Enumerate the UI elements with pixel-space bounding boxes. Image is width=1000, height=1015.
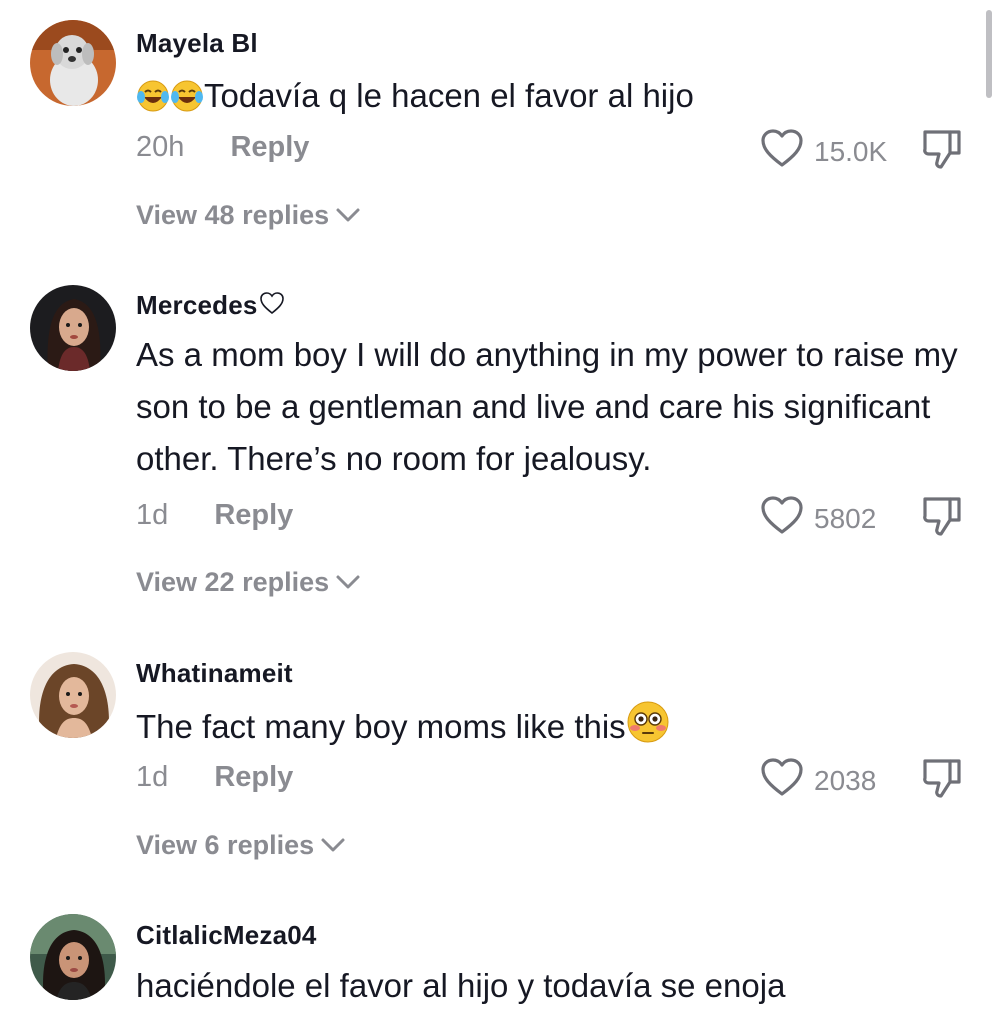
comment-time: 1d	[136, 761, 169, 793]
flushed-face-icon	[626, 700, 670, 759]
chevron-down-icon	[335, 567, 361, 598]
face-with-tears-of-joy-icon	[170, 76, 204, 128]
scrollbar[interactable]	[986, 10, 992, 98]
comment-meta: 1d Reply	[136, 499, 293, 532]
avatar[interactable]	[30, 652, 116, 738]
like-button[interactable]: 2038	[760, 757, 876, 804]
comment-time: 1d	[136, 499, 169, 531]
comment-text: Todavía q le hacen el favor al hijo	[136, 70, 976, 128]
reply-button[interactable]: Reply	[230, 131, 309, 164]
dislike-button[interactable]	[920, 494, 964, 543]
username-text: CitlalicMeza04	[136, 920, 317, 950]
thumbs-down-icon	[920, 497, 964, 542]
heart-icon	[760, 495, 804, 542]
outline-heart-icon	[258, 290, 286, 323]
chevron-down-icon	[320, 830, 346, 861]
reply-button[interactable]: Reply	[214, 499, 293, 532]
view-replies-label: View 48 replies	[136, 200, 330, 230]
username-text: Whatinameit	[136, 658, 293, 688]
like-count: 5802	[814, 502, 877, 534]
comment-meta: 1d Reply	[136, 761, 293, 794]
comment-text-body: Todavía q le hacen el favor al hijo	[204, 77, 694, 114]
thumbs-down-icon	[920, 759, 964, 804]
avatar[interactable]	[30, 285, 116, 371]
avatar[interactable]	[30, 20, 116, 106]
username[interactable]: Mayela Bl	[136, 28, 258, 59]
view-replies-label: View 22 replies	[136, 567, 330, 597]
view-replies-button[interactable]: View 6 replies	[136, 830, 346, 861]
comment-text: As a mom boy I will do anything in my po…	[136, 336, 958, 477]
comment-text-body: The fact many boy moms like this	[136, 708, 626, 745]
face-with-tears-of-joy-icon	[136, 76, 170, 128]
heart-icon	[760, 757, 804, 804]
heart-icon	[760, 128, 804, 175]
dislike-button[interactable]	[920, 756, 964, 805]
comment-meta: 20h Reply	[136, 131, 309, 164]
comment-text: haciéndole el favor al hijo y todavía se…	[136, 967, 786, 1004]
chevron-down-icon	[335, 200, 361, 231]
view-replies-label: View 6 replies	[136, 830, 315, 860]
avatar[interactable]	[30, 914, 116, 1000]
reply-button[interactable]: Reply	[214, 761, 293, 794]
username-text: Mayela Bl	[136, 28, 258, 58]
comment-text: The fact many boy moms like this	[136, 700, 976, 759]
view-replies-button[interactable]: View 22 replies	[136, 567, 361, 598]
thumbs-down-icon	[920, 130, 964, 175]
username[interactable]: CitlalicMeza04	[136, 920, 317, 951]
like-button[interactable]: 5802	[760, 495, 876, 542]
view-replies-button[interactable]: View 48 replies	[136, 200, 361, 231]
username[interactable]: Mercedes	[136, 290, 286, 323]
like-count: 2038	[814, 764, 877, 796]
username-text: Mercedes	[136, 290, 258, 320]
dislike-button[interactable]	[920, 127, 964, 176]
comment-time: 20h	[136, 131, 185, 163]
username[interactable]: Whatinameit	[136, 658, 293, 689]
like-button[interactable]: 15.0K	[760, 128, 887, 175]
like-count: 15.0K	[814, 135, 888, 167]
